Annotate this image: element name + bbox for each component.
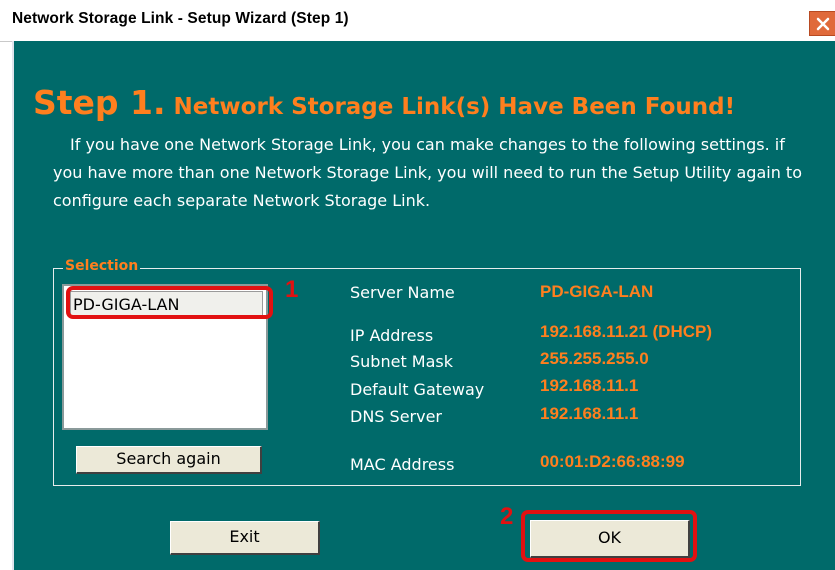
description-text: If you have one Network Storage Link, yo… [53,135,802,210]
window-title: Network Storage Link - Setup Wizard (Ste… [12,10,349,27]
description: If you have one Network Storage Link, yo… [53,131,813,215]
subnet-mask-label: Subnet Mask [350,352,454,371]
mac-address-value: 00:01:D2:66:88:99 [540,452,685,471]
search-again-button[interactable]: Search again [76,446,262,474]
selection-label: Selection [63,258,141,274]
title-bar[interactable]: Network Storage Link - Setup Wizard (Ste… [0,0,835,42]
annotation-box-1 [66,286,273,319]
annotation-box-2 [521,510,697,562]
mac-address-label: MAC Address [350,455,455,474]
server-name-label: Server Name [350,283,455,302]
default-gateway-value: 192.168.11.1 [540,376,639,395]
default-gateway-label: Default Gateway [350,380,485,399]
setup-wizard-window: Network Storage Link - Setup Wizard (Ste… [0,0,835,570]
step-heading: Step 1. Network Storage Link(s) Have Been… [33,83,735,122]
close-icon [816,17,829,30]
subnet-mask-value: 255.255.255.0 [540,349,649,368]
ip-address-value: 192.168.11.21 (DHCP) [540,322,712,341]
close-button[interactable] [809,11,835,36]
annotation-marker-1: 1 [285,276,299,303]
server-name-value: PD-GIGA-LAN [540,282,654,301]
ip-address-label: IP Address [350,326,434,345]
dns-server-value: 192.168.11.1 [540,404,639,423]
step-number: Step 1. [33,83,166,122]
step-title: Network Storage Link(s) Have Been Found! [173,94,736,120]
exit-button[interactable]: Exit [170,521,320,555]
annotation-marker-2: 2 [500,503,514,530]
dns-server-label: DNS Server [350,407,442,426]
